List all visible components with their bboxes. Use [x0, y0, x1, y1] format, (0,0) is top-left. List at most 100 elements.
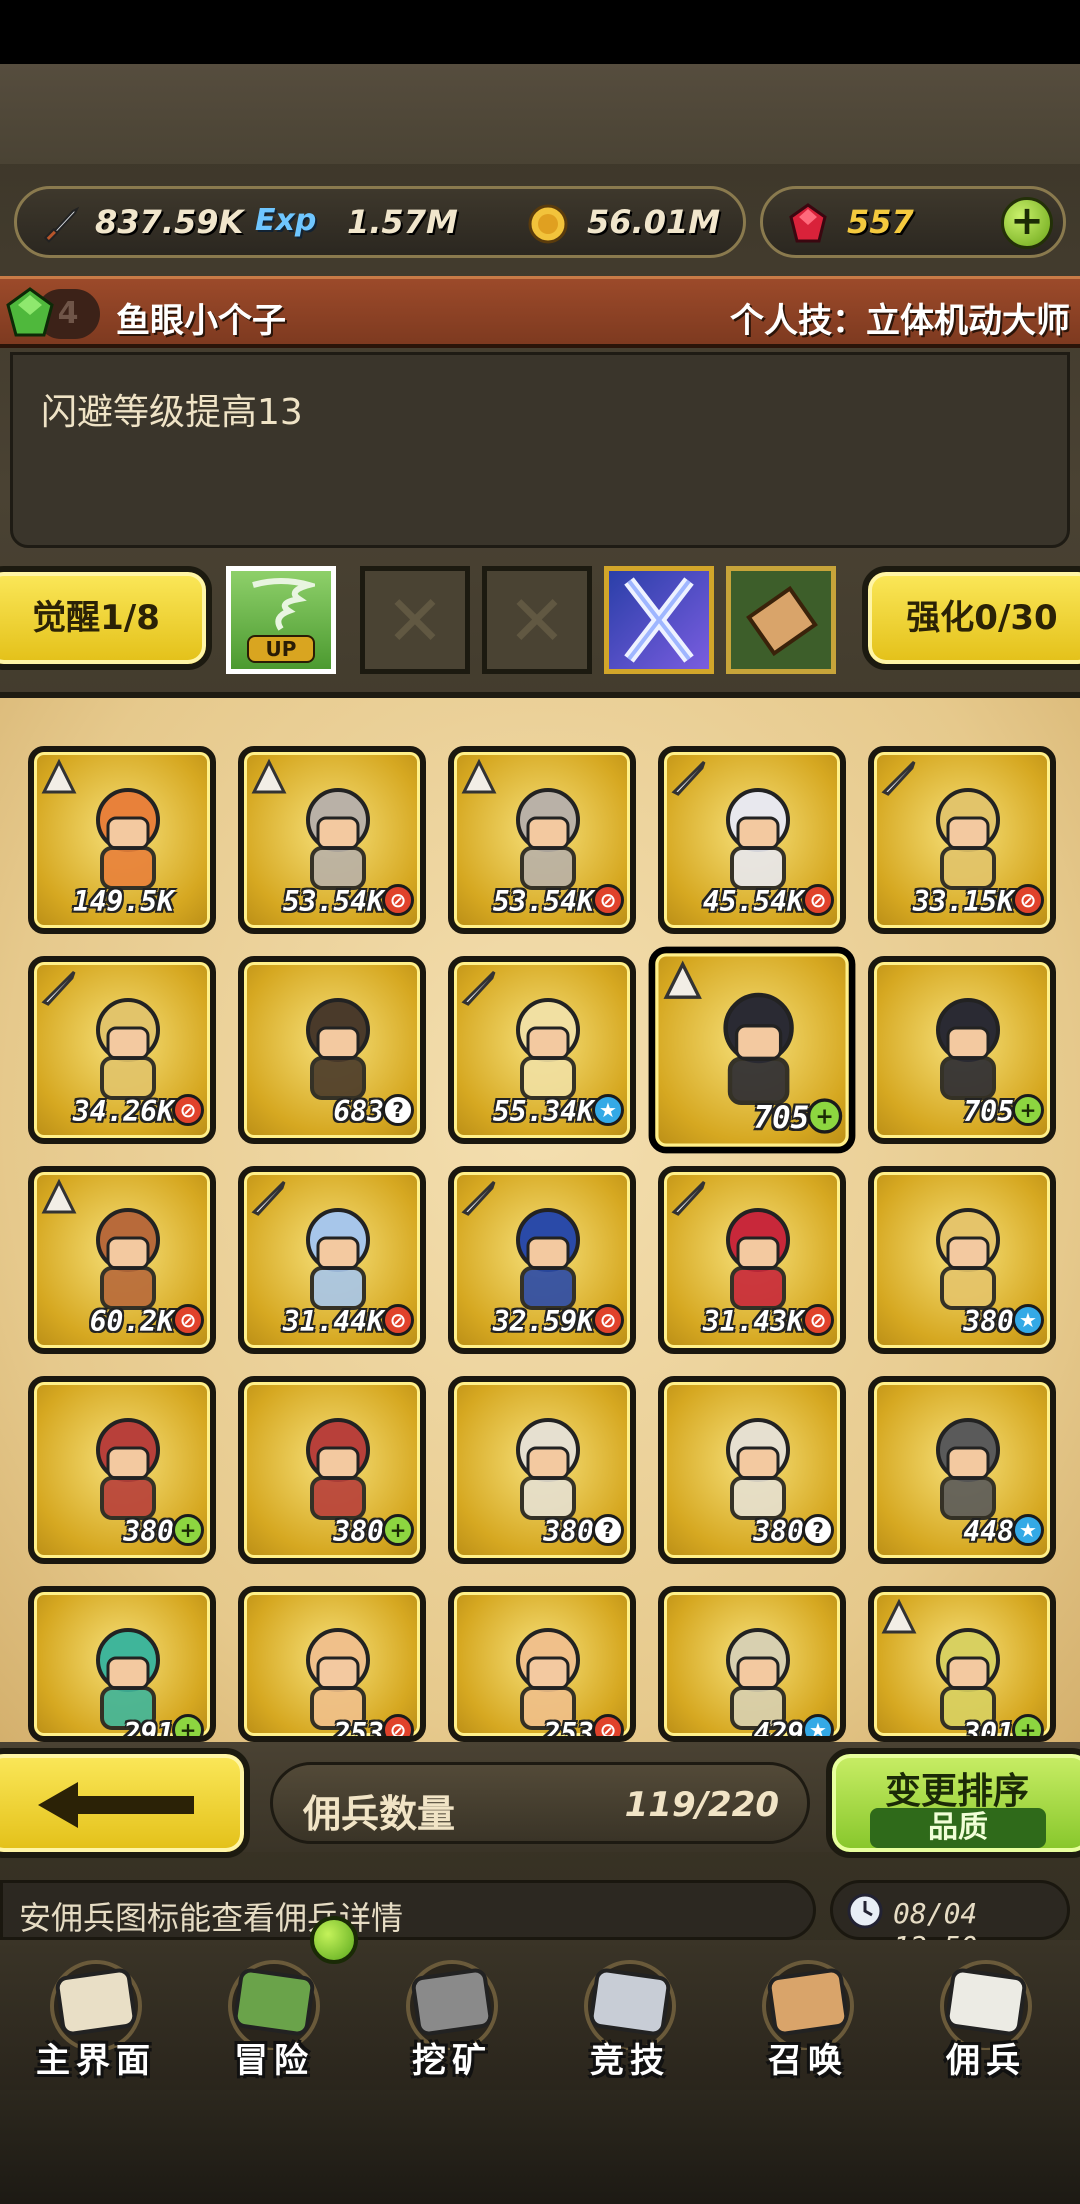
atk-badge-icon: ⊘ [592, 884, 624, 916]
mercenary-card[interactable]: 448 ★ [868, 1376, 1056, 1564]
exp-value: 1.57M [347, 203, 458, 241]
awaken-slot-empty[interactable]: ✕ [482, 566, 592, 674]
mercenary-count-panel: 佣兵数量 119/220 [270, 1762, 810, 1844]
plus-badge-icon: + [1012, 1714, 1044, 1736]
mercenary-card[interactable]: 380 + [238, 1376, 426, 1564]
atk-badge-icon: ⊘ [172, 1304, 204, 1336]
mercenary-portrait-icon [516, 1208, 580, 1310]
mercenary-power: 53.54K [282, 885, 384, 918]
mercenary-portrait-icon [726, 1208, 790, 1310]
atk-badge-icon: ⊘ [592, 1304, 624, 1336]
plus-badge-icon: + [172, 1514, 204, 1546]
awaken-slot-skill[interactable] [604, 566, 714, 674]
mercenary-card[interactable]: 53.54K ⊘ [448, 746, 636, 934]
mercenary-portrait-icon [516, 998, 580, 1100]
mercenary-power: 380 [123, 1515, 174, 1548]
mercenary-card[interactable]: 32.59K ⊘ [448, 1166, 636, 1354]
star-badge-icon: ★ [1012, 1514, 1044, 1546]
arrow-left-icon [38, 1782, 194, 1828]
mercenary-power: 448 [963, 1515, 1014, 1548]
sword-icon [43, 206, 80, 243]
mercenary-card[interactable]: 55.34K ★ [448, 956, 636, 1144]
ruby-icon [789, 203, 827, 243]
mercenary-card[interactable]: 31.44K ⊘ [238, 1166, 426, 1354]
mercenary-card[interactable]: 291 + [28, 1586, 216, 1742]
mercenary-power: 253 [333, 1717, 384, 1742]
mercenary-power: 34.26K [72, 1095, 174, 1128]
atk-badge-icon: ⊘ [802, 1304, 834, 1336]
awaken-slot-empty[interactable]: ✕ [360, 566, 470, 674]
mercenary-card[interactable]: 33.15K ⊘ [868, 746, 1056, 934]
resource-panel: 837.59K Exp 1.57M 56.01M [14, 186, 746, 258]
mercenary-portrait-icon [726, 788, 790, 890]
tent-corner-icon [662, 960, 704, 1002]
nav-label: 主界面 [36, 2041, 156, 2081]
notification-dot [310, 1916, 358, 1964]
sort-button-label: 变更排序 [884, 1771, 1029, 1812]
mercenary-card[interactable]: 301 + [868, 1586, 1056, 1742]
hero-name-bar: 4 鱼眼小个子 个人技：立体机动大师 [0, 276, 1080, 348]
mercenary-card[interactable]: 683? [238, 956, 426, 1144]
exp-icon: Exp [255, 203, 317, 238]
star-badge-icon: ★ [1012, 1304, 1044, 1336]
personal-skill-label: 个人技：立体机动大师 [730, 301, 1070, 341]
mercenary-card[interactable]: 253 ⊘ [448, 1586, 636, 1742]
tip-bar: 安佣兵图标能查看佣兵详情 [0, 1880, 816, 1940]
star-badge-icon: ★ [592, 1094, 624, 1126]
atk-badge-icon: ⊘ [1012, 884, 1044, 916]
mercenary-portrait-icon [936, 1208, 1000, 1310]
nav-item-4[interactable]: 竞技 [542, 1940, 718, 2090]
awaken-button[interactable]: 觉醒1/8 [0, 566, 212, 670]
mercenary-card[interactable]: 380 ★ [868, 1166, 1056, 1354]
mercenary-power: 45.54K [702, 885, 804, 918]
mercenary-card[interactable]: 60.2K ⊘ [28, 1166, 216, 1354]
add-gems-button[interactable]: + [1001, 197, 1053, 249]
mercenary-card[interactable]: 705 + [648, 946, 856, 1154]
mercenary-portrait-icon [936, 998, 1000, 1100]
nav-item-1[interactable]: 主界面 [8, 1940, 184, 2090]
mercenary-card[interactable]: 31.43K ⊘ [658, 1166, 846, 1354]
awaken-slot-up[interactable]: UP [226, 566, 336, 674]
mercenary-card[interactable]: 380 + [28, 1376, 216, 1564]
up-badge: UP [247, 635, 315, 663]
nav-label: 召唤 [768, 2041, 848, 2081]
atk-badge-icon: ⊘ [382, 884, 414, 916]
mercenary-power: 380 [963, 1305, 1014, 1338]
mercenary-card[interactable]: 705 + [868, 956, 1056, 1144]
change-sort-button[interactable]: 变更排序 品质 [826, 1748, 1080, 1858]
enhance-button[interactable]: 强化0/30 [862, 566, 1080, 670]
mercenary-power: 53.54K [492, 885, 594, 918]
mercenary-count-label: 佣兵数量 [303, 1792, 456, 1836]
nav-label: 竞技 [590, 2041, 670, 2081]
mercenary-card[interactable]: 429 ★ [658, 1586, 846, 1742]
back-button[interactable] [0, 1748, 250, 1858]
skill-description-panel: 闪避等级提高13 [10, 352, 1070, 548]
emerald-icon [6, 287, 54, 337]
mercenary-card[interactable]: 53.54K ⊘ [238, 746, 426, 934]
nav-item-6[interactable]: 佣兵 [898, 1940, 1074, 2090]
mercenary-power: 705 [753, 1099, 810, 1136]
gem-value: 557 [847, 203, 914, 241]
awaken-slot-scroll[interactable] [726, 566, 836, 674]
mercenary-power: 291 [123, 1717, 174, 1742]
nav-item-3[interactable]: 挖矿 [364, 1940, 540, 2090]
plus-badge-icon: + [1012, 1094, 1044, 1126]
mercenary-portrait-icon [306, 788, 370, 890]
mercenary-card[interactable]: 149.5K [28, 746, 216, 934]
tent-corner-icon [880, 1598, 918, 1636]
mercenary-power: 380 [753, 1515, 804, 1548]
atk-badge-icon: ⊘ [172, 1094, 204, 1126]
sword-corner-icon [40, 968, 78, 1006]
mercenary-card[interactable]: 45.54K ⊘ [658, 746, 846, 934]
mercenary-card[interactable]: 253 ⊘ [238, 1586, 426, 1742]
mercenary-card[interactable]: 380? [448, 1376, 636, 1564]
mercenary-card[interactable]: 380? [658, 1376, 846, 1564]
empty-slot-icon: ✕ [385, 580, 445, 662]
sword-corner-icon [880, 758, 918, 796]
mercenary-portrait-icon [96, 1418, 160, 1520]
mercenary-power: 683 [333, 1095, 384, 1128]
nav-item-5[interactable]: 召唤 [720, 1940, 896, 2090]
mercenary-card[interactable]: 34.26K ⊘ [28, 956, 216, 1144]
mercenary-power: 31.44K [282, 1305, 384, 1338]
mercenary-portrait-icon [723, 992, 794, 1105]
